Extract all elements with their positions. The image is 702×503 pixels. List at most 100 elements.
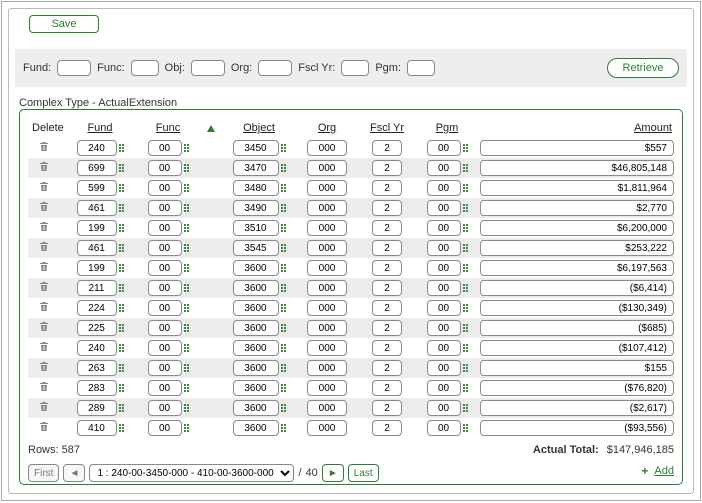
cell-pgm[interactable] xyxy=(427,320,461,336)
pager-prev-button[interactable]: ◄ xyxy=(63,464,85,482)
pager-first-button[interactable]: First xyxy=(28,464,59,482)
cell-func[interactable] xyxy=(148,420,182,436)
cell-org[interactable] xyxy=(307,200,347,216)
cell-func[interactable] xyxy=(148,240,182,256)
drag-handle-icon[interactable] xyxy=(281,344,286,352)
cell-amount[interactable] xyxy=(480,400,674,416)
drag-handle-icon[interactable] xyxy=(184,304,189,312)
trash-icon[interactable] xyxy=(38,240,50,253)
cell-org[interactable] xyxy=(307,340,347,356)
drag-handle-icon[interactable] xyxy=(119,264,124,272)
filter-input-func[interactable] xyxy=(131,60,159,76)
cell-func[interactable] xyxy=(148,320,182,336)
filter-input-pgm[interactable] xyxy=(407,60,435,76)
drag-handle-icon[interactable] xyxy=(184,424,189,432)
drag-handle-icon[interactable] xyxy=(184,344,189,352)
col-func[interactable]: Func xyxy=(138,122,198,134)
drag-handle-icon[interactable] xyxy=(281,224,286,232)
drag-handle-icon[interactable] xyxy=(281,324,286,332)
cell-fsclyr[interactable] xyxy=(372,300,402,316)
drag-handle-icon[interactable] xyxy=(463,184,468,192)
cell-org[interactable] xyxy=(307,280,347,296)
drag-handle-icon[interactable] xyxy=(281,244,286,252)
filter-input-fsclyr[interactable] xyxy=(341,60,369,76)
cell-fund[interactable] xyxy=(77,300,117,316)
cell-object[interactable] xyxy=(233,420,279,436)
drag-handle-icon[interactable] xyxy=(463,404,468,412)
drag-handle-icon[interactable] xyxy=(184,364,189,372)
cell-org[interactable] xyxy=(307,140,347,156)
drag-handle-icon[interactable] xyxy=(281,384,286,392)
drag-handle-icon[interactable] xyxy=(184,244,189,252)
cell-object[interactable] xyxy=(233,140,279,156)
cell-pgm[interactable] xyxy=(427,300,461,316)
cell-fsclyr[interactable] xyxy=(372,180,402,196)
drag-handle-icon[interactable] xyxy=(281,164,286,172)
cell-fund[interactable] xyxy=(77,320,117,336)
cell-fund[interactable] xyxy=(77,160,117,176)
cell-fsclyr[interactable] xyxy=(372,160,402,176)
drag-handle-icon[interactable] xyxy=(119,224,124,232)
cell-amount[interactable] xyxy=(480,380,674,396)
drag-handle-icon[interactable] xyxy=(184,184,189,192)
trash-icon[interactable] xyxy=(38,420,50,433)
cell-amount[interactable] xyxy=(480,160,674,176)
col-object[interactable]: Object xyxy=(224,122,294,134)
cell-object[interactable] xyxy=(233,360,279,376)
cell-fund[interactable] xyxy=(77,260,117,276)
cell-fsclyr[interactable] xyxy=(372,320,402,336)
drag-handle-icon[interactable] xyxy=(184,224,189,232)
col-pgm[interactable]: Pgm xyxy=(418,122,476,134)
cell-amount[interactable] xyxy=(480,260,674,276)
cell-org[interactable] xyxy=(307,260,347,276)
drag-handle-icon[interactable] xyxy=(119,144,124,152)
cell-org[interactable] xyxy=(307,320,347,336)
cell-object[interactable] xyxy=(233,200,279,216)
cell-object[interactable] xyxy=(233,180,279,196)
cell-pgm[interactable] xyxy=(427,160,461,176)
cell-fund[interactable] xyxy=(77,380,117,396)
cell-amount[interactable] xyxy=(480,180,674,196)
cell-func[interactable] xyxy=(148,340,182,356)
filter-input-fund[interactable] xyxy=(57,60,91,76)
trash-icon[interactable] xyxy=(38,340,50,353)
drag-handle-icon[interactable] xyxy=(119,204,124,212)
drag-handle-icon[interactable] xyxy=(281,184,286,192)
cell-object[interactable] xyxy=(233,280,279,296)
cell-pgm[interactable] xyxy=(427,420,461,436)
drag-handle-icon[interactable] xyxy=(184,264,189,272)
cell-func[interactable] xyxy=(148,160,182,176)
trash-icon[interactable] xyxy=(38,380,50,393)
cell-amount[interactable] xyxy=(480,420,674,436)
cell-fund[interactable] xyxy=(77,400,117,416)
drag-handle-icon[interactable] xyxy=(184,144,189,152)
drag-handle-icon[interactable] xyxy=(463,224,468,232)
cell-fund[interactable] xyxy=(77,140,117,156)
cell-org[interactable] xyxy=(307,420,347,436)
trash-icon[interactable] xyxy=(38,320,50,333)
drag-handle-icon[interactable] xyxy=(119,244,124,252)
drag-handle-icon[interactable] xyxy=(281,284,286,292)
cell-fund[interactable] xyxy=(77,240,117,256)
cell-object[interactable] xyxy=(233,260,279,276)
cell-pgm[interactable] xyxy=(427,340,461,356)
trash-icon[interactable] xyxy=(38,140,50,153)
cell-org[interactable] xyxy=(307,160,347,176)
drag-handle-icon[interactable] xyxy=(281,424,286,432)
save-button[interactable]: Save xyxy=(29,15,99,33)
trash-icon[interactable] xyxy=(38,200,50,213)
cell-func[interactable] xyxy=(148,400,182,416)
cell-fund[interactable] xyxy=(77,220,117,236)
cell-pgm[interactable] xyxy=(427,280,461,296)
cell-amount[interactable] xyxy=(480,320,674,336)
trash-icon[interactable] xyxy=(38,260,50,273)
drag-handle-icon[interactable] xyxy=(119,304,124,312)
pager-next-button[interactable]: ► xyxy=(322,464,344,482)
drag-handle-icon[interactable] xyxy=(281,204,286,212)
drag-handle-icon[interactable] xyxy=(184,284,189,292)
cell-object[interactable] xyxy=(233,320,279,336)
drag-handle-icon[interactable] xyxy=(463,364,468,372)
cell-fsclyr[interactable] xyxy=(372,240,402,256)
drag-handle-icon[interactable] xyxy=(463,164,468,172)
cell-org[interactable] xyxy=(307,240,347,256)
